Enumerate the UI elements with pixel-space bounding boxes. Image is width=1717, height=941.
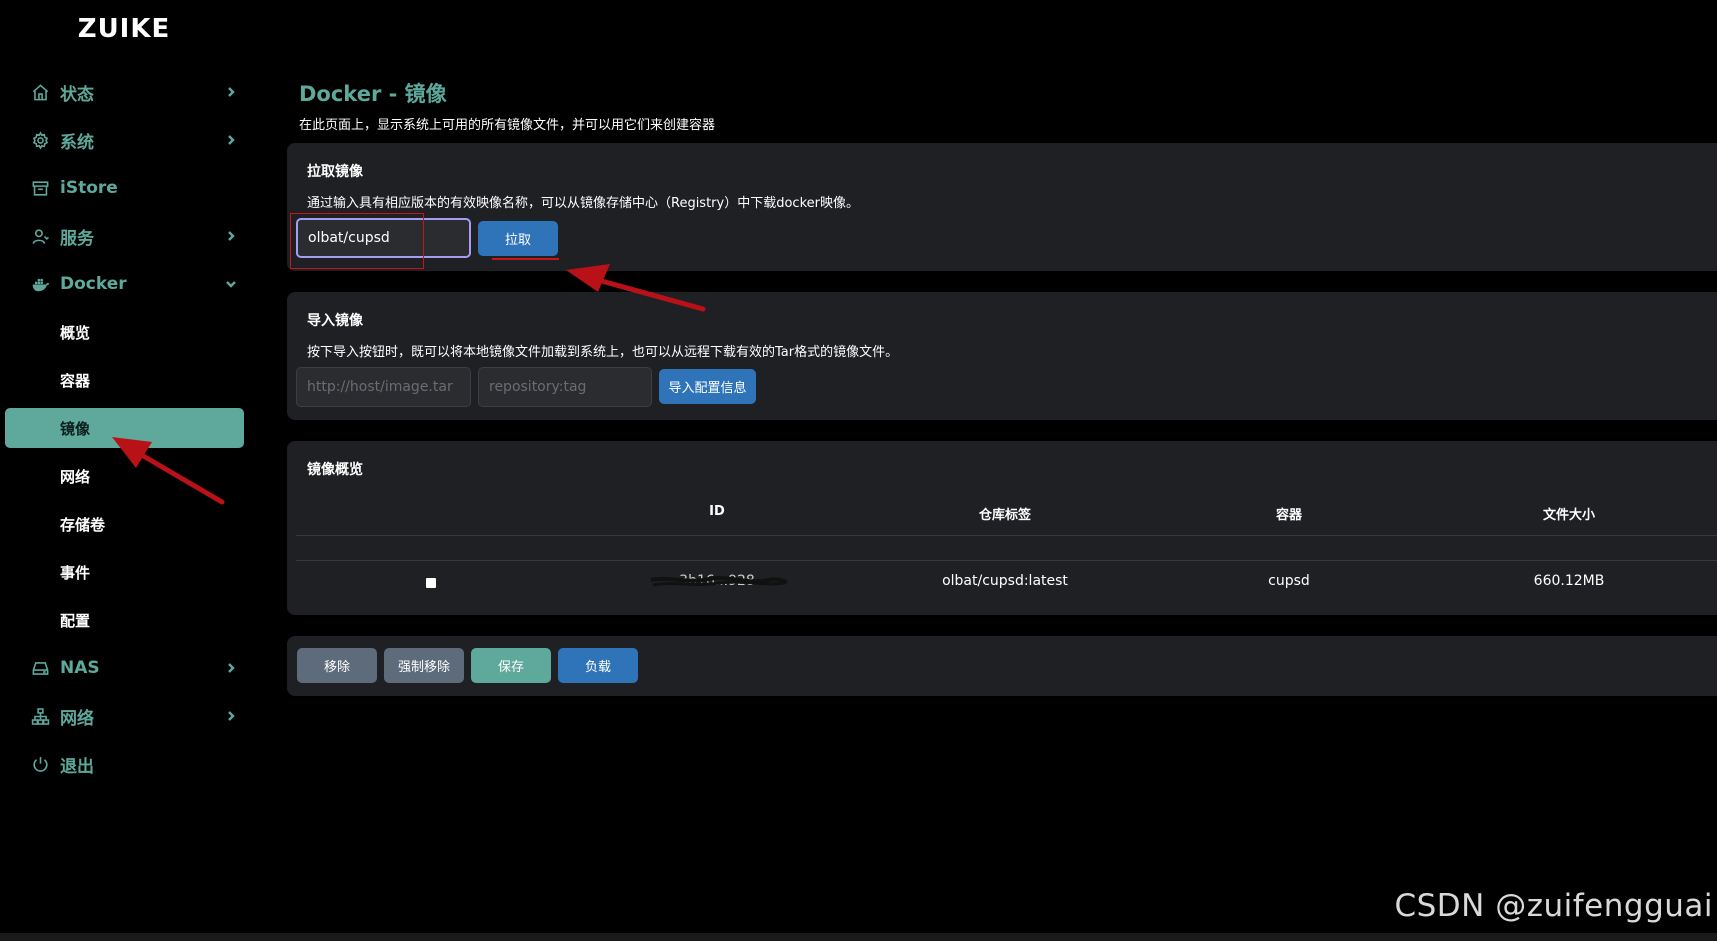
sidebar-item-services[interactable]: 服务 <box>0 212 248 260</box>
app-logo: ZUIKE <box>77 14 171 44</box>
sidebar-item-label: iStore <box>60 178 118 198</box>
chevron-right-icon <box>224 644 238 692</box>
chevron-right-icon <box>224 68 238 116</box>
chevron-right-icon <box>224 212 238 260</box>
force-remove-button[interactable]: 强制移除 <box>384 648 464 683</box>
sidebar-item-network[interactable]: 网络 <box>0 692 248 740</box>
sidebar-item-label: Docker <box>60 274 127 294</box>
pull-card-description: 通过输入具有相应版本的有效映像名称，可以从镜像存储中心（Registry）中下载… <box>307 196 859 211</box>
bottom-toolbar-strip <box>0 933 1717 941</box>
table-divider <box>296 560 1717 561</box>
pull-card-title: 拉取镜像 <box>307 164 363 180</box>
gear-icon <box>30 130 50 150</box>
sidebar-item-label: 退出 <box>60 756 94 777</box>
watermark: CSDN @zuifengguai <box>1394 888 1713 924</box>
import-tag-input[interactable]: repository:tag <box>478 367 652 407</box>
image-container-cell: cupsd <box>1268 573 1310 589</box>
save-button[interactable]: 保存 <box>471 648 551 683</box>
import-url-input[interactable]: http://host/image.tar <box>296 367 471 407</box>
column-header-id: ID <box>709 504 725 519</box>
sidebar-nav: 状态 系统 iStore 服务 Docker 概览 容器 镜像 网络 存储卷 事… <box>0 68 248 788</box>
remove-button[interactable]: 移除 <box>297 648 377 683</box>
chevron-right-icon <box>224 692 238 740</box>
chevron-right-icon <box>224 116 238 164</box>
page-description: 在此页面上，显示系统上可用的所有镜像文件，并可以用它们来创建容器 <box>299 118 716 133</box>
store-icon <box>30 178 50 198</box>
import-card-description: 按下导入按钮时，既可以将本地镜像文件加载到系统上，也可以从远程下载有效的Tar格… <box>307 345 899 360</box>
network-icon <box>30 706 50 726</box>
import-image-card: 导入镜像 按下导入按钮时，既可以将本地镜像文件加载到系统上，也可以从远程下载有效… <box>287 292 1717 420</box>
row-checkbox[interactable] <box>425 577 437 589</box>
sidebar-item-label: 服务 <box>60 228 94 249</box>
drive-icon <box>30 658 50 678</box>
page-title: Docker - 镜像 <box>299 82 447 106</box>
pull-button[interactable]: 拉取 <box>478 221 558 256</box>
sidebar-item-system[interactable]: 系统 <box>0 116 248 164</box>
column-header-file-size: 文件大小 <box>1542 508 1596 523</box>
sidebar-item-nas[interactable]: NAS <box>0 644 248 692</box>
sidebar-subitem-networks[interactable]: 网络 <box>0 452 248 500</box>
sidebar-subitem-images[interactable]: 镜像 <box>5 408 244 448</box>
image-size-cell: 660.12MB <box>1533 573 1605 589</box>
image-tag-cell: olbat/cupsd:latest <box>942 573 1068 589</box>
sidebar-subitem-volumes[interactable]: 存储卷 <box>0 500 248 548</box>
home-icon <box>30 82 50 102</box>
sidebar-item-label: NAS <box>60 658 100 678</box>
table-divider <box>296 535 1717 536</box>
sidebar-item-logout[interactable]: 退出 <box>0 740 248 788</box>
image-overview-card: 镜像概览 ID 仓库标签 容器 文件大小 3b16...928 olbat/cu… <box>287 441 1717 615</box>
page-root: ZUIKE 状态 系统 iStore 服务 Docker 概览 容器 镜像 网络… <box>0 0 1717 941</box>
sidebar-item-istore[interactable]: iStore <box>0 164 248 212</box>
power-icon <box>30 754 50 774</box>
sidebar-item-docker[interactable]: Docker <box>0 260 248 308</box>
sidebar-subitem-overview[interactable]: 概览 <box>0 308 248 356</box>
sidebar-item-label: 网络 <box>60 708 94 729</box>
overview-card-title: 镜像概览 <box>307 462 363 478</box>
pull-image-input[interactable]: olbat/cupsd <box>296 218 471 258</box>
import-card-title: 导入镜像 <box>307 313 363 329</box>
sidebar-subitem-config[interactable]: 配置 <box>0 596 248 644</box>
docker-icon <box>30 274 50 294</box>
image-id-cell: 3b16...928 <box>679 573 755 589</box>
chevron-down-icon <box>224 260 238 308</box>
sidebar-item-label: 系统 <box>60 132 94 153</box>
image-actions-card: 移除 强制移除 保存 负载 <box>287 636 1717 696</box>
user-icon <box>30 226 50 246</box>
column-header-container: 容器 <box>1275 508 1303 523</box>
sidebar-subitem-containers[interactable]: 容器 <box>0 356 248 404</box>
sidebar-item-label: 状态 <box>60 84 94 105</box>
sidebar-item-status[interactable]: 状态 <box>0 68 248 116</box>
pull-image-card: 拉取镜像 通过输入具有相应版本的有效映像名称，可以从镜像存储中心（Registr… <box>287 143 1717 271</box>
import-config-button[interactable]: 导入配置信息 <box>659 369 756 404</box>
column-header-repo-tag: 仓库标签 <box>978 508 1032 523</box>
sidebar-subitem-events[interactable]: 事件 <box>0 548 248 596</box>
load-button[interactable]: 负载 <box>558 648 638 683</box>
